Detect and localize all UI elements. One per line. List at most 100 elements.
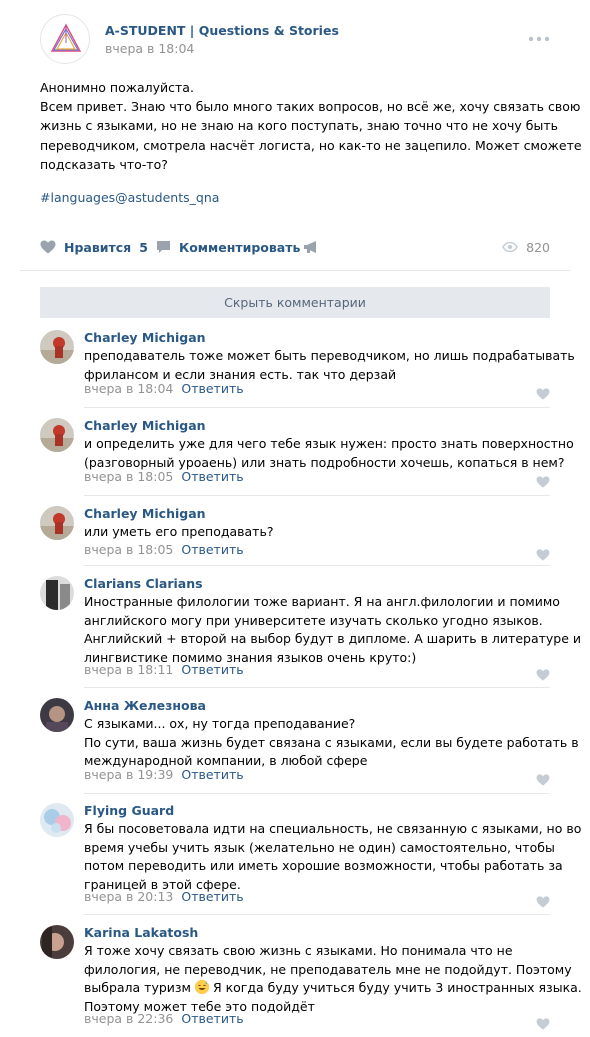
comment-author[interactable]: Charley Michigan [84,506,206,521]
comment-meta: вчера в 19:39 Ответить [84,767,244,782]
comment-like-button[interactable] [536,473,550,488]
post-text-line: подсказать что-то? [40,156,168,172]
comment-like-button[interactable] [536,385,550,400]
comment-time[interactable]: вчера в 20:13 [84,889,173,904]
sweat-smile-emoji [194,980,209,994]
comment-meta: вчера в 18:05 Ответить [84,469,244,484]
comment-author[interactable]: Charley Michigan [84,330,206,345]
comment-text-line: и определить уже для чего тебе язык нуже… [84,436,574,451]
hashtag-link[interactable]: #languages@astudents_qna [40,190,219,205]
comment-bubble-icon [157,241,170,253]
post-text-line: переводчиком, смотрела насчёт логиста, н… [40,137,582,153]
comment-time[interactable]: вчера в 19:39 [84,767,173,782]
comment-author[interactable]: Karina Lakatosh [84,925,198,940]
comment-meta: вчера в 22:36 Ответить [84,1011,244,1026]
post-text: Анонимно пожалуйста. Всем привет. Знаю ч… [40,78,582,174]
comment-item: Анна Железнова С языками... ох, ну тогда… [40,698,579,794]
comment-item: Karina Lakatosh Я тоже хочу связать свою… [40,925,582,1031]
comment-item: Charley Michigan преподаватель тоже може… [40,330,575,408]
comment-text: Я тоже хочу связать свою жизнь с языками… [84,942,582,1016]
reply-button[interactable]: Ответить [181,767,243,782]
comment-text: и определить уже для чего тебе язык нуже… [84,435,574,472]
comment-author[interactable]: Flying Guard [84,803,174,818]
share-button[interactable] [303,236,327,258]
comment-time[interactable]: вчера в 18:05 [84,469,173,484]
avatar[interactable] [40,925,74,959]
comment-author[interactable]: Charley Michigan [84,418,206,433]
heart-icon [40,240,56,254]
post-actions: Нравится 5 Комментировать 820 [40,236,550,258]
avatar[interactable] [40,698,74,732]
comment-text: или уметь его преподавать? [84,523,550,542]
more-horizontal-icon[interactable] [528,28,550,42]
group-logo[interactable] [40,14,90,64]
reply-button[interactable]: Ответить [181,1011,243,1026]
heart-icon [536,774,550,786]
comment-separator [84,495,550,496]
comment-text: С языками... ох, ну тогда преподавание? … [84,715,579,771]
like-count: 5 [139,239,148,255]
comment-text: Иностранные филологии тоже вариант. Я на… [84,593,581,667]
comment-text-line: По сути, ваша жизнь будет связана с язык… [84,734,579,750]
comment-time[interactable]: вчера в 18:05 [84,542,173,557]
heart-icon [536,388,550,400]
heart-icon [536,896,550,908]
eye-icon [502,242,518,252]
post-text-line: жизнь с языками, но не знаю на кого пост… [40,118,558,134]
comment-item: Charley Michigan или уметь его преподава… [40,506,550,566]
comment-meta: вчера в 18:05 Ответить [84,542,244,557]
avatar[interactable] [40,330,74,364]
heart-icon [536,1018,550,1030]
heart-icon [536,549,550,561]
comment-text-line: или уметь его преподавать? [84,524,274,539]
comment-text-line: Иностранные филологии тоже вариант. Я на… [84,594,560,609]
comment-text-line: потом переводить или иметь хорошие возмо… [84,858,563,873]
comment-text-line: английского могу при университете изучат… [84,612,543,628]
avatar[interactable] [40,418,74,452]
views-counter: 820 [502,236,550,258]
views-count: 820 [526,239,550,255]
avatar[interactable] [40,803,74,837]
reply-button[interactable]: Ответить [181,889,243,904]
heart-icon [536,476,550,488]
comment-text-line: Я бы посоветовала идти на специальность,… [84,821,582,836]
comment-meta: вчера в 20:13 Ответить [84,889,244,904]
avatar[interactable] [40,576,74,610]
comment-time[interactable]: вчера в 22:36 [84,1011,173,1026]
post-text-line: Всем привет. Знаю что было много таких в… [40,99,581,115]
comment-author[interactable]: Анна Железнова [84,698,206,713]
comment-like-button[interactable] [536,546,550,561]
hide-comments-button[interactable]: Скрыть комментарии [40,287,550,318]
comment-like-button[interactable] [536,1015,550,1030]
comment-text-line: Я тоже хочу связать свою жизнь с языками… [84,943,513,958]
comment-item: Charley Michigan и определить уже для че… [40,418,574,496]
comment-text-line: филология, не переводчик, не преподавате… [84,961,572,977]
comment-text: преподаватель тоже может быть переводчик… [84,347,575,384]
comment-time[interactable]: вчера в 18:11 [84,662,173,677]
reply-button[interactable]: Ответить [181,542,243,557]
comment-like-button[interactable] [536,771,550,786]
reply-button[interactable]: Ответить [181,662,243,677]
like-button[interactable]: Нравится 5 [40,236,148,258]
comment-separator [84,565,550,566]
comment-author[interactable]: Clarians Clarians [84,576,203,591]
comment-time[interactable]: вчера в 18:04 [84,381,173,396]
reply-button[interactable]: Ответить [181,469,243,484]
comment-separator [84,407,550,408]
comment-item: Flying Guard Я бы посоветовала идти на с… [40,803,582,915]
comment-text-segment: Я когда буду учиться буду учить 3 иностр… [208,980,582,995]
post-date[interactable]: вчера в 18:04 [105,41,194,56]
comment-separator [84,687,550,688]
comment-text-line: С языками... ох, ну тогда преподавание? [84,716,356,731]
comment-text: Я бы посоветовала идти на специальность,… [84,820,582,894]
comment-item: Clarians Clarians Иностранные филологии … [40,576,581,688]
reply-button[interactable]: Ответить [181,381,243,396]
comment-separator [84,914,550,915]
comment-text-line: выбрала туризм Я когда буду учиться буду… [84,979,582,998]
post-header: A-STUDENT | Questions & Stories вчера в … [40,14,550,66]
group-name[interactable]: A-STUDENT | Questions & Stories [105,23,339,38]
avatar[interactable] [40,506,74,540]
comment-text-line: преподаватель тоже может быть переводчик… [84,348,575,363]
comment-like-button[interactable] [536,666,550,681]
comment-like-button[interactable] [536,893,550,908]
